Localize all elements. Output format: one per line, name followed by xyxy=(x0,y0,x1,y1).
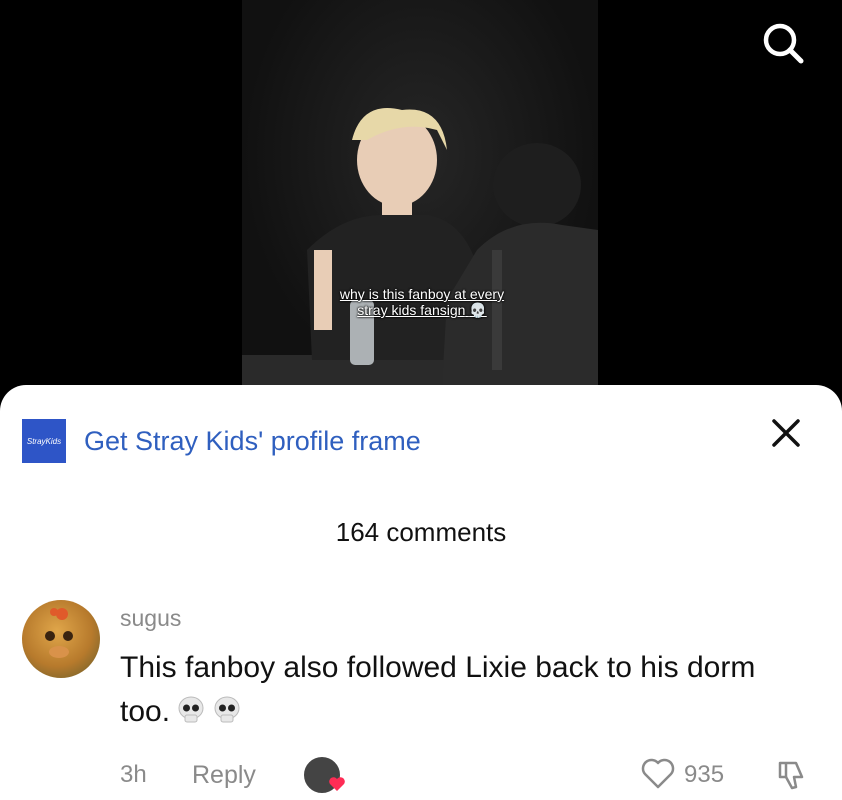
search-icon xyxy=(763,23,804,64)
reply-button[interactable]: Reply xyxy=(192,761,256,790)
comment-username[interactable]: sugus xyxy=(120,605,181,632)
straykids-logo: StrayKids xyxy=(22,419,66,463)
dislike-button[interactable] xyxy=(774,757,810,793)
comment-meta: 3h Reply 935 xyxy=(120,755,820,795)
video-caption: why is this fanboy at every stray kids f… xyxy=(302,286,542,318)
comment-text: This fanboy also followed Lixie back to … xyxy=(120,651,756,728)
video-area[interactable]: why is this fanboy at every stray kids f… xyxy=(0,0,842,400)
skull-emoji: 💀 xyxy=(469,302,487,318)
search-button[interactable] xyxy=(758,18,808,68)
profile-frame-banner[interactable]: StrayKids Get Stray Kids' profile frame xyxy=(22,419,421,463)
like-button[interactable]: 935 xyxy=(640,757,750,793)
video-frame[interactable]: why is this fanboy at every stray kids f… xyxy=(242,0,598,385)
comment-count: 164 comments xyxy=(335,517,507,547)
close-button[interactable] xyxy=(768,415,804,451)
profile-frame-link[interactable]: Get Stray Kids' profile frame xyxy=(84,426,421,457)
close-icon xyxy=(772,419,800,447)
heart-badge-icon xyxy=(329,777,345,791)
caption-line-1: why is this fanboy at every xyxy=(339,286,505,302)
video-figures xyxy=(242,108,598,385)
dislike-icon xyxy=(778,761,804,790)
skull-emoji xyxy=(214,696,240,723)
like-count: 935 xyxy=(684,761,725,788)
comments-sheet: StrayKids Get Stray Kids' profile frame … xyxy=(0,385,842,800)
avatar[interactable] xyxy=(22,600,100,678)
skull-emoji xyxy=(178,696,204,723)
heart-icon xyxy=(641,758,675,789)
comment-time: 3h xyxy=(120,761,147,788)
caption-line-2: stray kids fansign 💀 xyxy=(357,302,487,318)
avatar-image xyxy=(45,608,73,658)
